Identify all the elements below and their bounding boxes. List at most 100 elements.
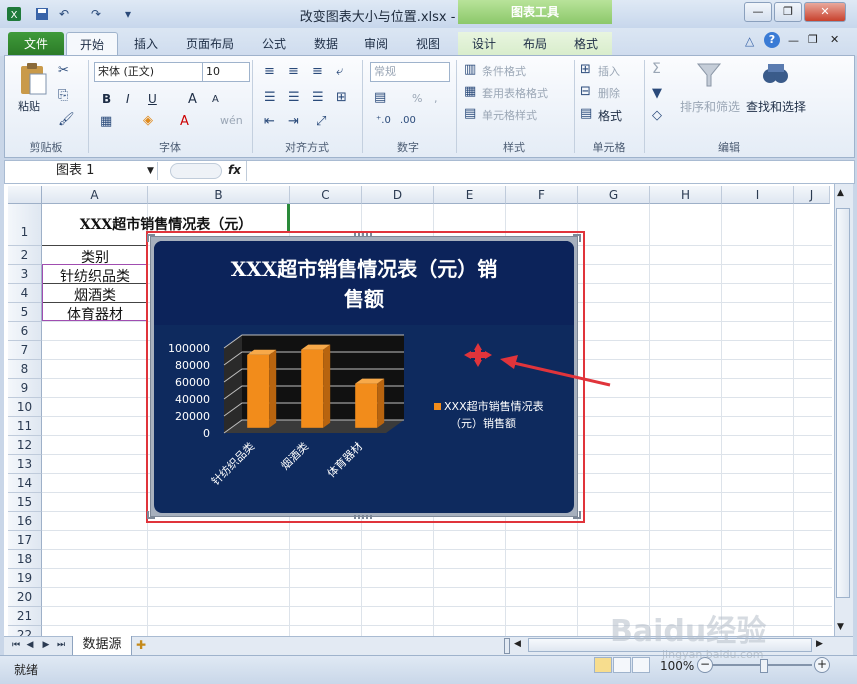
scroll-up-icon[interactable]: ▲ — [837, 188, 844, 198]
last-sheet-icon[interactable]: ⏭ — [55, 639, 67, 651]
prev-sheet-icon[interactable]: ◀ — [24, 639, 36, 651]
insert-function-button[interactable]: fx — [228, 163, 241, 177]
formula-input[interactable] — [246, 161, 847, 181]
autosum-button[interactable]: Σ — [652, 61, 661, 77]
tab-format[interactable]: 格式 — [560, 32, 612, 56]
find-select-icon[interactable] — [760, 60, 790, 93]
zoom-slider-thumb[interactable] — [760, 659, 768, 673]
font-size-select[interactable]: 10 — [202, 62, 250, 82]
tab-layout[interactable]: 布局 — [510, 32, 560, 56]
insert-sheet-icon[interactable]: ✚ — [136, 638, 146, 652]
column-header[interactable]: H — [650, 186, 722, 204]
row-header[interactable]: 4 — [8, 284, 42, 303]
restore-button[interactable]: ❐ — [774, 2, 802, 22]
format-as-table-button[interactable]: 套用表格格式 — [482, 85, 548, 101]
column-header[interactable]: I — [722, 186, 794, 204]
phonetic-button[interactable]: wén — [220, 114, 243, 127]
zoom-in-icon[interactable]: + — [814, 657, 830, 673]
normal-view-icon[interactable] — [594, 657, 612, 673]
row-header[interactable]: 2 — [8, 246, 42, 265]
tab-data[interactable]: 数据 — [306, 32, 346, 56]
decrease-decimal-icon[interactable]: .00 — [400, 115, 416, 126]
format-cells-icon[interactable]: ▤ — [580, 106, 592, 121]
formula-bar-splitter[interactable] — [170, 163, 222, 179]
vertical-scroll-thumb[interactable] — [836, 208, 850, 598]
tab-home[interactable]: 开始 — [66, 32, 118, 57]
tab-insert[interactable]: 插入 — [126, 32, 166, 56]
merge-center-icon[interactable]: ⊞ — [336, 90, 347, 105]
shrink-font-button[interactable]: A — [212, 94, 219, 105]
tab-view[interactable]: 视图 — [408, 32, 448, 56]
tab-page-layout[interactable]: 页面布局 — [180, 32, 240, 56]
workbook-minimize-icon[interactable]: — — [788, 34, 799, 47]
find-select-button[interactable]: 查找和选择 — [746, 98, 806, 115]
page-layout-view-icon[interactable] — [613, 657, 631, 673]
clear-icon[interactable]: ◇ — [652, 108, 662, 123]
align-left-icon[interactable]: ☰ — [264, 90, 276, 105]
grow-font-button[interactable]: A — [188, 92, 197, 107]
format-cells-button[interactable]: 格式 — [598, 107, 622, 124]
cut-icon[interactable]: ✂ — [58, 63, 69, 78]
align-center-icon[interactable]: ☰ — [288, 90, 300, 105]
align-top-icon[interactable]: ≡ — [264, 64, 275, 79]
tab-review[interactable]: 审阅 — [356, 32, 396, 56]
align-middle-icon[interactable]: ≡ — [288, 64, 299, 79]
row-header[interactable]: 8 — [8, 360, 42, 379]
fill-color-icon[interactable]: ◈ — [143, 113, 153, 128]
italic-button[interactable]: I — [126, 92, 130, 106]
name-box[interactable]: 图表 1 — [8, 162, 158, 180]
tab-file[interactable]: 文件 — [8, 32, 64, 56]
row-header[interactable]: 18 — [8, 550, 42, 569]
row-header[interactable]: 16 — [8, 512, 42, 531]
row-header[interactable]: 13 — [8, 455, 42, 474]
tab-design[interactable]: 设计 — [458, 32, 510, 56]
conditional-format-icon[interactable]: ▥ — [464, 62, 476, 77]
row-header[interactable]: 21 — [8, 607, 42, 626]
workbook-close-icon[interactable]: ✕ — [830, 33, 839, 46]
cell-styles-icon[interactable]: ▤ — [464, 106, 476, 121]
corner-resize-handle[interactable] — [147, 234, 155, 242]
row-header[interactable]: 12 — [8, 436, 42, 455]
row-header[interactable]: 17 — [8, 531, 42, 550]
column-header[interactable]: E — [434, 186, 506, 204]
workbook-restore-icon[interactable]: ❐ — [808, 33, 818, 46]
row-header[interactable]: 14 — [8, 474, 42, 493]
row-header[interactable]: 5 — [8, 303, 42, 322]
increase-indent-icon[interactable]: ⇥ — [288, 114, 299, 129]
row-header[interactable]: 9 — [8, 379, 42, 398]
align-right-icon[interactable]: ☰ — [312, 90, 324, 105]
comma-button[interactable]: , — [434, 92, 438, 105]
percent-button[interactable]: % — [412, 92, 422, 105]
paste-button[interactable]: 粘贴 — [18, 98, 40, 114]
column-header[interactable]: G — [578, 186, 650, 204]
help-icon[interactable]: ? — [764, 32, 780, 48]
insert-cells-button[interactable]: 插入 — [598, 63, 620, 79]
increase-decimal-icon[interactable]: ⁺.0 — [376, 115, 391, 126]
row-header[interactable]: 1 — [8, 204, 42, 246]
row-header[interactable]: 3 — [8, 265, 42, 284]
minimize-button[interactable]: — — [744, 2, 772, 22]
font-name-select[interactable]: 宋体 (正文) — [94, 62, 204, 82]
align-bottom-icon[interactable]: ≡ — [312, 64, 323, 79]
decrease-indent-icon[interactable]: ⇤ — [264, 114, 275, 129]
column-header[interactable]: F — [506, 186, 578, 204]
scroll-down-icon[interactable]: ▼ — [837, 622, 844, 632]
row-header[interactable]: 6 — [8, 322, 42, 341]
delete-cells-button[interactable]: 删除 — [598, 85, 620, 101]
corner-resize-handle[interactable] — [573, 234, 581, 242]
insert-cells-icon[interactable]: ⊞ — [580, 62, 591, 77]
chart-title[interactable]: XXX超市销售情况表（元）销 售额 — [154, 254, 574, 314]
corner-resize-handle[interactable] — [573, 511, 581, 519]
delete-cells-icon[interactable]: ⊟ — [580, 84, 591, 99]
select-all-button[interactable] — [8, 186, 42, 204]
row-header[interactable]: 7 — [8, 341, 42, 360]
tab-split-handle[interactable] — [504, 638, 510, 654]
row-header[interactable]: 15 — [8, 493, 42, 512]
close-button[interactable]: ✕ — [804, 2, 846, 22]
paste-icon[interactable] — [18, 62, 48, 99]
column-header[interactable]: C — [290, 186, 362, 204]
fill-icon[interactable]: ▼ — [652, 86, 662, 101]
row-header[interactable]: 20 — [8, 588, 42, 607]
cell-styles-button[interactable]: 单元格样式 — [482, 107, 537, 123]
scroll-right-icon[interactable]: ▶ — [816, 639, 823, 649]
